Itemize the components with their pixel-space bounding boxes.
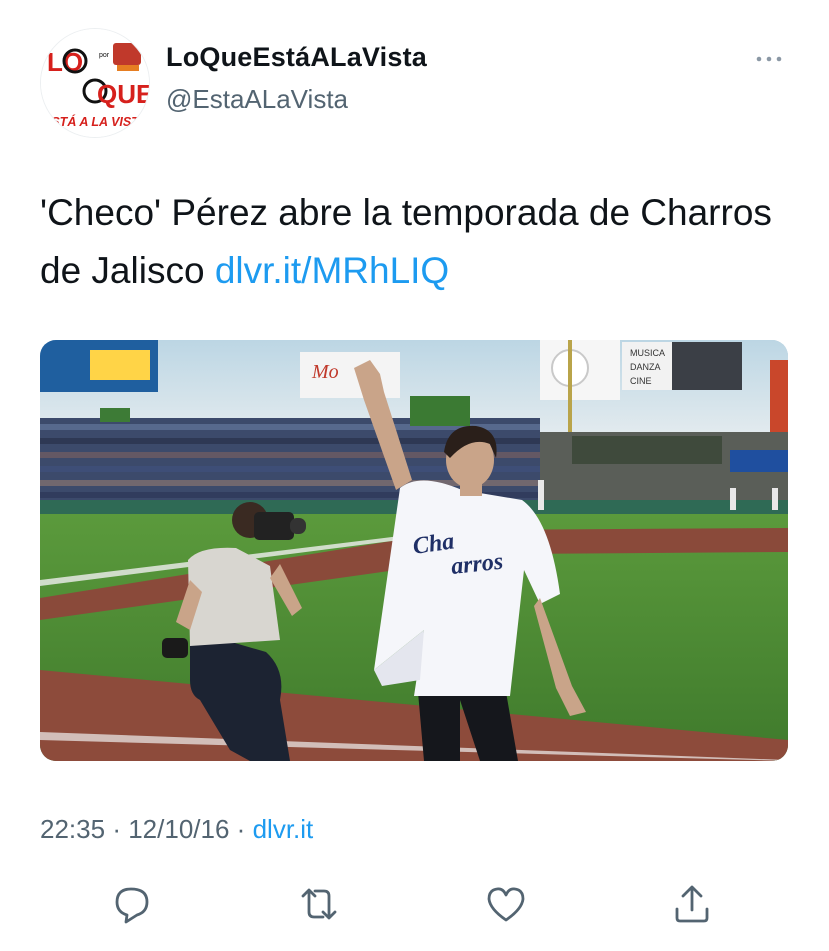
share-icon xyxy=(675,885,709,923)
logo-bottom-text: ESTÁ A LA VISTA xyxy=(43,114,147,129)
meta-separator: · xyxy=(112,814,121,844)
handle[interactable]: @EstaALaVista xyxy=(166,84,348,115)
tweet-actions xyxy=(0,882,829,926)
retweet-button[interactable] xyxy=(297,882,341,926)
jersey-text-side: arros xyxy=(450,549,504,580)
like-button[interactable] xyxy=(484,882,528,926)
reply-icon xyxy=(115,887,149,924)
tweet-source-link[interactable]: dlvr.it xyxy=(253,814,314,844)
tweet-media-photo[interactable]: Mo MUSICA DANZA CINE Cha arros xyxy=(40,340,788,761)
avatar[interactable]: LO por QUE ESTÁ A LA VISTA xyxy=(40,28,150,138)
brand-logo: LO por QUE ESTÁ A LA VISTA xyxy=(41,29,149,137)
svg-text:Mo: Mo xyxy=(311,361,339,383)
tweet-meta: 22:35 · 12/10/16 · dlvr.it xyxy=(40,814,313,845)
retweet-icon xyxy=(301,888,337,920)
heart-icon xyxy=(487,887,525,922)
display-name[interactable]: LoQueEstáALaVista xyxy=(166,42,427,73)
billboard-line-1: MUSICA xyxy=(630,348,665,358)
tweet-date[interactable]: 12/10/16 xyxy=(128,814,229,844)
reply-button[interactable] xyxy=(111,882,155,926)
logo-por-text: por xyxy=(99,52,110,59)
stadium-photo: Mo MUSICA DANZA CINE Cha arros xyxy=(40,340,788,761)
tweet-link[interactable]: dlvr.it/MRhLIQ xyxy=(215,250,449,291)
logo-que-text: QUE xyxy=(97,79,149,109)
meta-separator: · xyxy=(236,814,246,844)
tweet-time[interactable]: 22:35 xyxy=(40,814,105,844)
billboard-line-3: CINE xyxy=(630,376,652,386)
tweet-text: 'Checo' Pérez abre la temporada de Charr… xyxy=(40,184,780,300)
more-options-button[interactable] xyxy=(752,46,786,72)
more-horizontal-icon xyxy=(756,56,782,62)
billboard-line-2: DANZA xyxy=(630,362,661,372)
share-button[interactable] xyxy=(670,882,714,926)
